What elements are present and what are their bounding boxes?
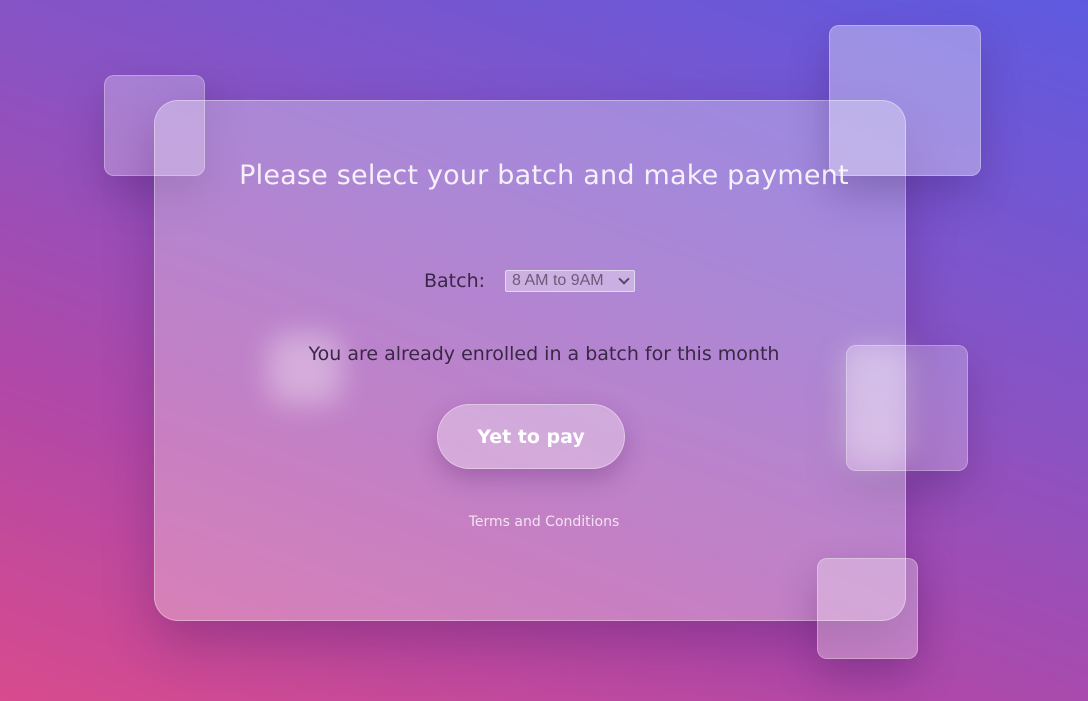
enrollment-status-message: You are already enrolled in a batch for … <box>308 343 780 365</box>
terms-link[interactable]: Terms and Conditions <box>0 514 1088 530</box>
page-title: Please select your batch and make paymen… <box>239 160 849 191</box>
batch-select[interactable]: 8 AM to 9AM <box>505 270 636 292</box>
chevron-down-icon <box>618 273 630 285</box>
pay-button[interactable]: Yet to pay <box>437 404 625 469</box>
batch-select-value: 8 AM to 9AM <box>512 272 604 289</box>
batch-label: Batch: <box>424 270 486 292</box>
decor-square-bottom-right <box>817 558 918 659</box>
decor-square-top-right <box>829 25 981 176</box>
batch-row: Batch: 8 AM to 9AM <box>424 270 636 292</box>
